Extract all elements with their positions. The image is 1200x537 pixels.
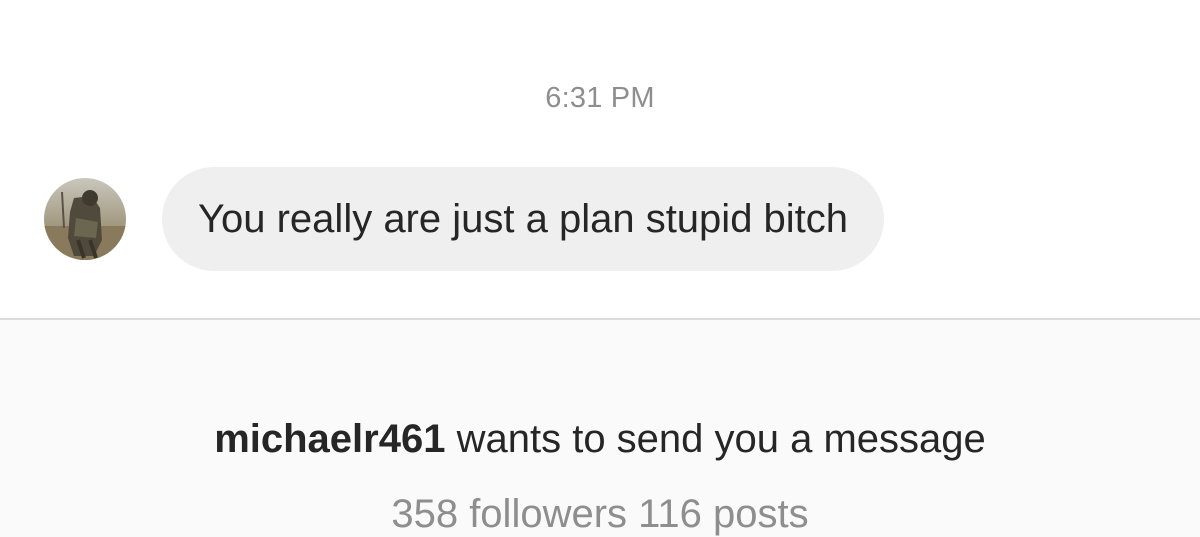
dm-thread-screen: 6:31 PM You really are just a plan stupi… bbox=[0, 0, 1200, 537]
message-text: You really are just a plan stupid bitch bbox=[198, 196, 849, 241]
message-bubble[interactable]: You really are just a plan stupid bitch bbox=[162, 167, 885, 271]
avatar-photo-icon bbox=[44, 178, 126, 260]
request-text: wants to send you a message bbox=[456, 417, 986, 461]
message-request-panel: michaelr461 wants to send you a message … bbox=[0, 320, 1200, 537]
sender-avatar[interactable] bbox=[44, 178, 126, 260]
posts-count: 116 posts bbox=[638, 492, 809, 536]
requester-stats: 358 followers 116 posts bbox=[0, 492, 1200, 537]
requester-username[interactable]: michaelr461 bbox=[214, 417, 445, 461]
message-request-title: michaelr461 wants to send you a message bbox=[0, 417, 1200, 462]
message-thread: 6:31 PM You really are just a plan stupi… bbox=[0, 0, 1200, 318]
followers-count: 358 followers bbox=[391, 492, 628, 536]
message-timestamp: 6:31 PM bbox=[545, 82, 655, 114]
incoming-message-row: You really are just a plan stupid bitch bbox=[44, 167, 885, 271]
